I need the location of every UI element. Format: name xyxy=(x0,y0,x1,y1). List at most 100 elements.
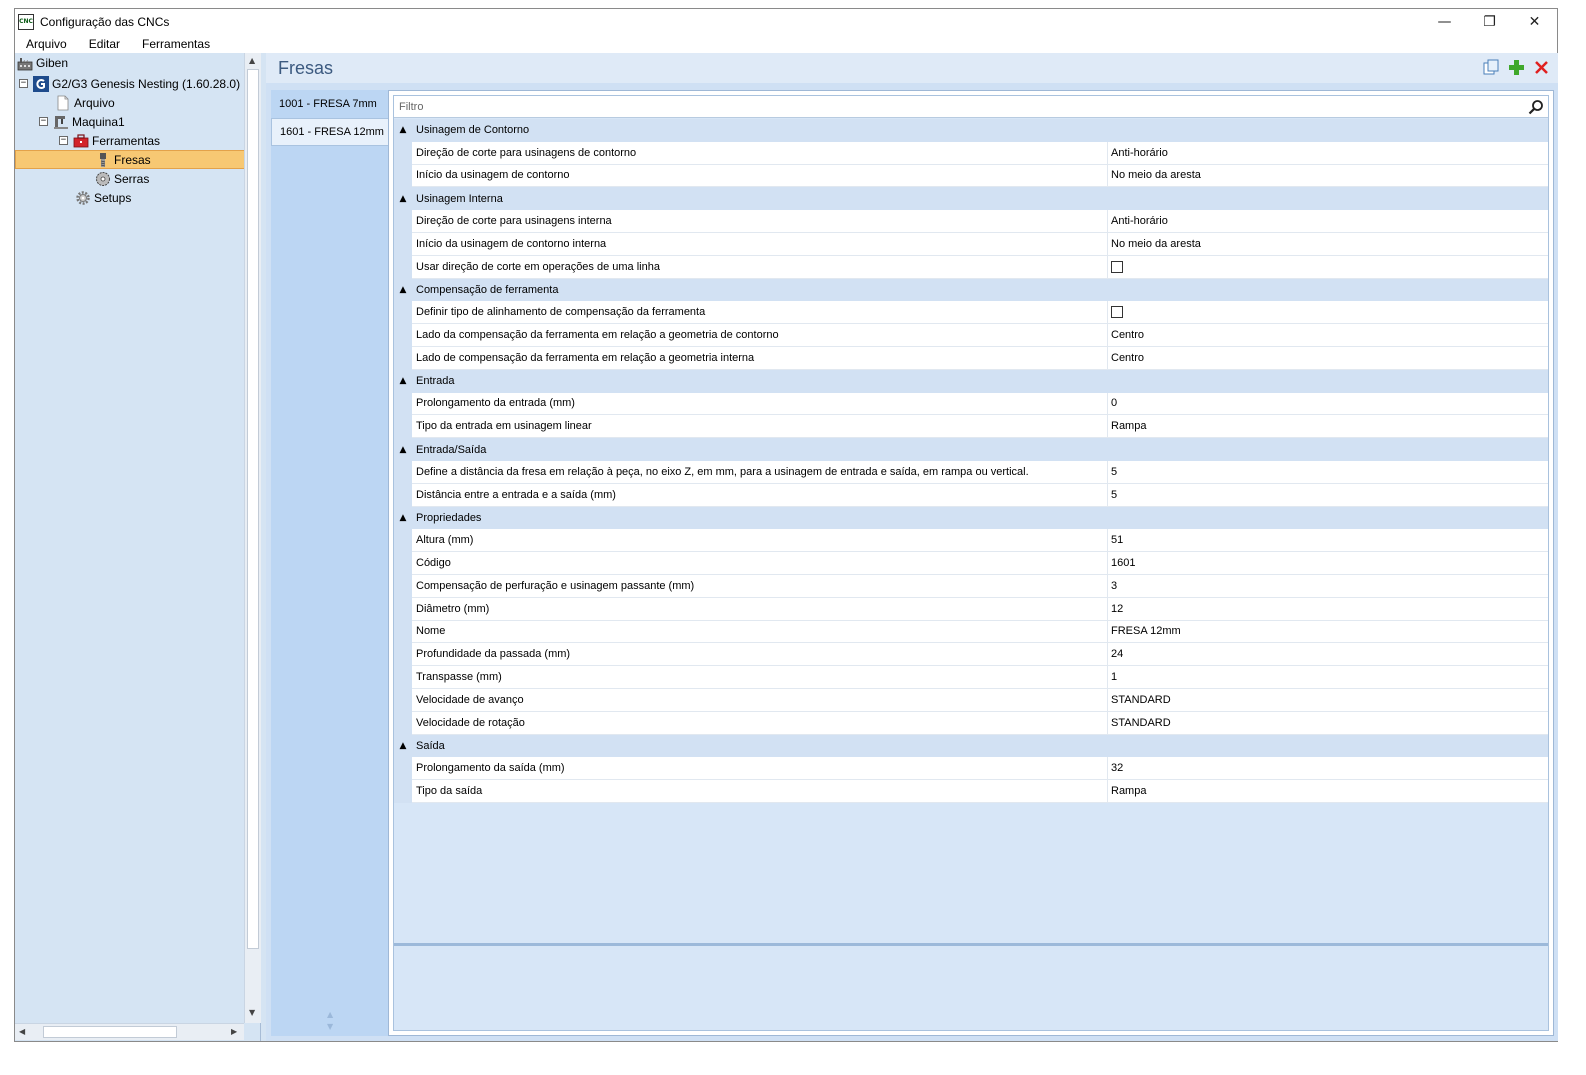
property-value[interactable]: 51 xyxy=(1108,529,1548,553)
property-row[interactable]: Usar direção de corte em operações de um… xyxy=(394,255,1548,279)
tree-item-giben[interactable]: Giben xyxy=(17,53,68,72)
category-row[interactable]: ▲ Propriedades xyxy=(394,506,1548,530)
filter-input[interactable]: Filtro xyxy=(394,96,1548,118)
scroll-up-arrow-icon[interactable]: ▲ xyxy=(327,1010,333,1019)
property-row[interactable]: Direção de corte para usinagens de conto… xyxy=(394,141,1548,165)
property-row[interactable]: Lado da compensação da ferramenta em rel… xyxy=(394,324,1548,347)
collapse-chevron-icon[interactable]: ▲ xyxy=(394,376,412,386)
collapse-chevron-icon[interactable]: ▲ xyxy=(394,445,412,455)
tool-list-item[interactable]: 1001 - FRESA 7mm xyxy=(271,90,389,118)
property-row[interactable]: Prolongamento da entrada (mm) 0 xyxy=(394,392,1548,416)
maximize-button[interactable]: ❐ xyxy=(1467,9,1512,34)
property-row[interactable]: Tipo da entrada em usinagem linear Rampa xyxy=(394,415,1548,439)
property-row[interactable]: Início da usinagem de contorno No meio da… xyxy=(394,164,1548,188)
scroll-right-arrow-icon[interactable]: ▶ xyxy=(231,1027,237,1036)
property-row[interactable]: Velocidade de rotação STANDARD xyxy=(394,711,1548,735)
property-row[interactable]: Início da usinagem de contorno interna No… xyxy=(394,232,1548,256)
tree-item-machine-group[interactable]: − G2/G3 Genesis Nesting (1.60.28.0) xyxy=(19,74,240,93)
property-row[interactable]: Código 1601 xyxy=(394,552,1548,575)
tree-item-serras[interactable]: Serras xyxy=(95,169,149,188)
category-row[interactable]: ▲ Usinagem Interna xyxy=(394,187,1548,211)
collapse-chevron-icon[interactable]: ▲ xyxy=(394,513,412,523)
close-window-button[interactable]: ✕ xyxy=(1512,9,1557,34)
collapse-toggle[interactable]: − xyxy=(39,117,48,126)
property-value[interactable]: 5 xyxy=(1108,483,1548,507)
property-row[interactable]: Tipo da saída Rampa xyxy=(394,780,1548,803)
property-row[interactable]: Velocidade de avanço STANDARD xyxy=(394,688,1548,712)
collapse-toggle[interactable]: − xyxy=(59,136,68,145)
property-value[interactable] xyxy=(1108,255,1548,279)
property-value[interactable]: No meio da aresta xyxy=(1108,232,1548,256)
tree-horizontal-scrollbar[interactable]: ◀ ▶ xyxy=(15,1023,244,1040)
property-value[interactable]: 12 xyxy=(1108,597,1548,621)
property-row[interactable]: Diâmetro (mm) 12 xyxy=(394,597,1548,621)
property-name-text: Usar direção de corte em operações de um… xyxy=(416,260,660,273)
property-value[interactable]: 5 xyxy=(1108,460,1548,484)
tree-item-maquina1[interactable]: − Maquina1 xyxy=(39,112,125,131)
checkbox[interactable] xyxy=(1111,306,1123,319)
property-row[interactable]: Altura (mm) 51 xyxy=(394,529,1548,553)
minimize-button[interactable]: — xyxy=(1422,9,1467,34)
property-value[interactable]: 3 xyxy=(1108,574,1548,598)
property-row[interactable]: Transpasse (mm) 1 xyxy=(394,666,1548,689)
menu-ferramentas[interactable]: Ferramentas xyxy=(131,37,221,51)
delete-icon[interactable] xyxy=(1533,59,1550,76)
search-icon[interactable] xyxy=(1528,99,1544,115)
scroll-left-arrow-icon[interactable]: ◀ xyxy=(19,1027,25,1036)
category-row[interactable]: ▲ Entrada xyxy=(394,369,1548,393)
menu-arquivo[interactable]: Arquivo xyxy=(15,37,78,51)
category-row[interactable]: ▲ Compensação de ferramenta xyxy=(394,278,1548,302)
checkbox[interactable] xyxy=(1111,260,1123,273)
property-value[interactable]: 1 xyxy=(1108,666,1548,689)
property-name: Distância entre a entrada e a saída (mm) xyxy=(412,483,1108,507)
tree-item-setups[interactable]: Setups xyxy=(75,188,131,207)
property-value[interactable]: Anti-horário xyxy=(1108,141,1548,165)
menu-editar[interactable]: Editar xyxy=(78,37,131,51)
tree-vertical-scrollbar[interactable]: ▲ ▼ xyxy=(244,53,261,1023)
scroll-down-arrow-icon[interactable]: ▼ xyxy=(249,1008,255,1017)
category-row[interactable]: ▲ Entrada/Saída xyxy=(394,438,1548,461)
property-row[interactable]: Definir tipo de alinhamento de compensaç… xyxy=(394,301,1548,325)
property-value[interactable]: Centro xyxy=(1108,346,1548,370)
property-row[interactable]: Distância entre a entrada e a saída (mm)… xyxy=(394,483,1548,507)
tree-item-ferramentas[interactable]: − Ferramentas xyxy=(59,131,160,150)
category-row[interactable]: ▲ Usinagem de Contorno xyxy=(394,119,1548,142)
property-value[interactable]: STANDARD xyxy=(1108,711,1548,735)
property-value[interactable]: Anti-horário xyxy=(1108,210,1548,233)
tree-item-arquivo[interactable]: Arquivo xyxy=(55,93,115,112)
property-value[interactable]: FRESA 12mm xyxy=(1108,620,1548,644)
property-row[interactable]: Profundidade da passada (mm) 24 xyxy=(394,643,1548,667)
property-value[interactable]: STANDARD xyxy=(1108,688,1548,712)
collapse-chevron-icon[interactable]: ▲ xyxy=(394,125,412,135)
property-value[interactable]: Rampa xyxy=(1108,780,1548,803)
property-value[interactable]: No meio da aresta xyxy=(1108,164,1548,188)
property-value[interactable]: 1601 xyxy=(1108,552,1548,575)
property-row[interactable]: Define a distância da fresa em relação à… xyxy=(394,460,1548,484)
property-row[interactable]: Lado de compensação da ferramenta em rel… xyxy=(394,346,1548,370)
description-splitter[interactable] xyxy=(394,943,1548,946)
property-row[interactable]: Direção de corte para usinagens interna A… xyxy=(394,210,1548,233)
category-row[interactable]: ▲ Saída xyxy=(394,734,1548,758)
property-row[interactable]: Prolongamento da saída (mm) 32 xyxy=(394,757,1548,781)
property-row[interactable]: Compensação de perfuração e usinagem pas… xyxy=(394,574,1548,598)
collapse-chevron-icon[interactable]: ▲ xyxy=(394,741,412,751)
scrollbar-thumb[interactable] xyxy=(43,1026,177,1038)
copy-icon[interactable] xyxy=(1483,59,1500,76)
add-icon[interactable] xyxy=(1508,59,1525,76)
tool-list-item-selected[interactable]: 1601 - FRESA 12mm xyxy=(271,118,389,146)
property-value[interactable]: Rampa xyxy=(1108,415,1548,439)
property-row[interactable]: Nome FRESA 12mm xyxy=(394,620,1548,644)
property-value[interactable] xyxy=(1108,301,1548,325)
property-value[interactable]: 32 xyxy=(1108,757,1548,781)
property-value[interactable]: 24 xyxy=(1108,643,1548,667)
property-name-text: Prolongamento da entrada (mm) xyxy=(416,397,575,410)
scroll-down-arrow-icon[interactable]: ▼ xyxy=(327,1022,333,1031)
collapse-toggle[interactable]: − xyxy=(19,79,28,88)
collapse-chevron-icon[interactable]: ▲ xyxy=(394,194,412,204)
scrollbar-thumb[interactable] xyxy=(247,69,259,949)
scroll-up-arrow-icon[interactable]: ▲ xyxy=(249,56,255,65)
property-value[interactable]: 0 xyxy=(1108,392,1548,416)
property-value[interactable]: Centro xyxy=(1108,324,1548,347)
collapse-chevron-icon[interactable]: ▲ xyxy=(394,285,412,295)
tree-item-fresas[interactable]: Fresas xyxy=(95,150,151,169)
